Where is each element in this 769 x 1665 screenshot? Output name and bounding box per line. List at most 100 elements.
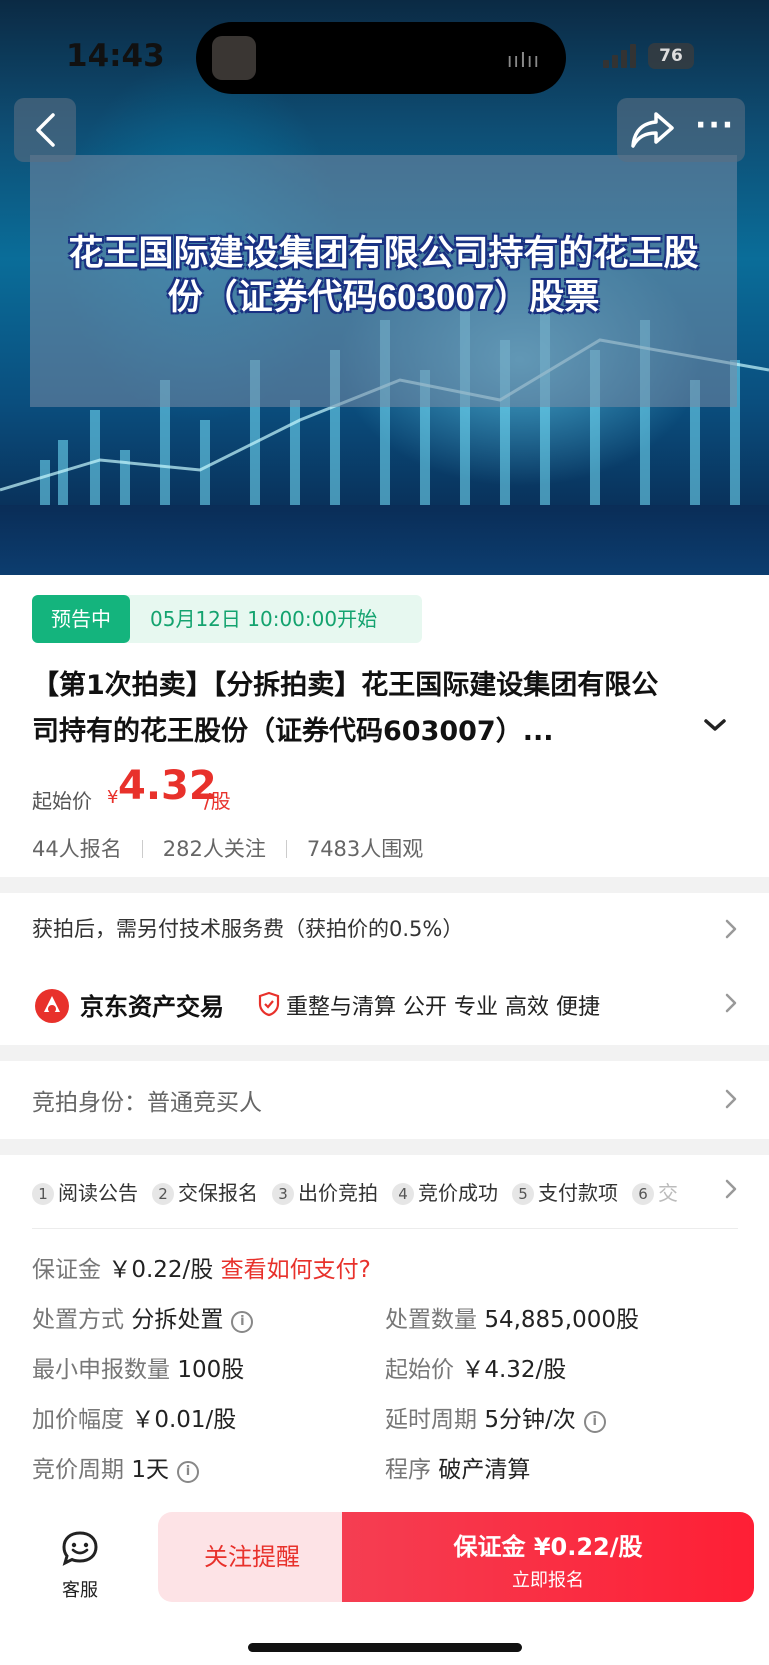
- method-label: 处置方式: [32, 1307, 124, 1333]
- preview-status-bar: 预告中 05月12日 10:00:00开始: [32, 595, 422, 643]
- step-number: 2: [152, 1183, 174, 1205]
- step-read-notice: 1 阅读公告: [32, 1177, 138, 1206]
- hero-title-line2: 份（证券代码603007）股票: [167, 278, 600, 317]
- method-value: 分拆处置: [131, 1307, 224, 1333]
- step-win: 4 竞价成功: [392, 1177, 498, 1206]
- dynamic-island[interactable]: ııIıı: [196, 22, 566, 94]
- min-quantity: 最小申报数量 100股: [32, 1350, 244, 1384]
- deposit-label: 保证金: [32, 1257, 101, 1283]
- quantity-label: 处置数量: [385, 1307, 477, 1333]
- process-steps[interactable]: 1 阅读公告 2 交保报名 3 出价竞拍 4 竞价成功 5 支付款项 6 交: [32, 1177, 692, 1206]
- step-label: 出价竞拍: [298, 1181, 378, 1205]
- hero-bottom-shade: [0, 505, 769, 575]
- start-time: 05月12日 10:00:00开始: [150, 607, 378, 631]
- signup-label: 立即报名: [512, 1570, 584, 1591]
- engagement-stats: 44人报名 282人关注 7483人围观: [32, 833, 423, 863]
- customer-service-button[interactable]: 客服: [55, 1530, 105, 1602]
- step-pay-deposit: 2 交保报名: [152, 1177, 258, 1206]
- platform-tags: 重整与清算 公开 专业 高效 便捷: [286, 995, 600, 1020]
- bid-increment: 加价幅度 ￥0.01/股: [32, 1400, 236, 1434]
- bidding-cycle: 竞价周期 1天 i: [32, 1450, 199, 1484]
- procedure-value: 破产清算: [438, 1457, 531, 1483]
- status-badge: 预告中: [32, 595, 130, 643]
- delay-period: 延时周期 5分钟/次 i: [385, 1400, 606, 1434]
- signup-button[interactable]: 保证金 ¥0.22/股 立即报名: [342, 1512, 754, 1602]
- start-price-detail: 起始价 ￥4.32/股: [385, 1350, 566, 1384]
- info-icon[interactable]: i: [176, 1461, 199, 1483]
- chevron-right-icon: [725, 1089, 737, 1109]
- bidder-identity-row[interactable]: 竞拍身份：普通竞买人: [0, 1061, 769, 1139]
- delay-label: 延时周期: [385, 1407, 477, 1433]
- now-playing-artwork: [212, 36, 256, 80]
- signup-count: 44人报名: [32, 837, 122, 861]
- increment-value: ￥0.01/股: [131, 1407, 237, 1433]
- chat-smile-icon: [62, 1531, 98, 1566]
- step-label: 交: [658, 1181, 678, 1205]
- quantity-value: 54,885,000股: [484, 1307, 640, 1333]
- chevron-right-icon: [725, 919, 737, 939]
- step-number: 3: [272, 1183, 294, 1205]
- step-label: 交保报名: [178, 1181, 258, 1205]
- signup-deposit-text: 保证金 ¥0.22/股: [453, 1533, 643, 1561]
- lot-title: 【第1次拍卖】【分拆拍卖】花王国际建设集团有限公 司持有的花王股份（证券代码60…: [32, 663, 732, 755]
- chevron-right-icon[interactable]: [725, 1179, 737, 1199]
- fee-note: 获拍后，需另付技术服务费（获拍价的0.5%）: [32, 917, 464, 941]
- share-icon[interactable]: [629, 110, 675, 150]
- deposit-value: ￥0.22/股: [108, 1257, 214, 1283]
- how-to-pay-link[interactable]: 查看如何支付?: [221, 1257, 371, 1283]
- deposit-row: 保证金 ￥0.22/股 查看如何支付?: [32, 1250, 371, 1284]
- section-divider: [32, 1228, 738, 1229]
- disposal-quantity: 处置数量 54,885,000股: [385, 1300, 639, 1334]
- info-icon[interactable]: i: [231, 1311, 254, 1333]
- min-value: 100股: [177, 1357, 245, 1383]
- shield-check-icon: [258, 991, 280, 1017]
- status-bar: 14:43 ııIıı 76: [0, 0, 769, 110]
- step-label: 竞价成功: [418, 1181, 498, 1205]
- bidder-identity: 竞拍身份：普通竞买人: [32, 1090, 262, 1116]
- lot-title-line2: 司持有的花王股份（证券代码603007）...: [32, 716, 554, 747]
- follower-count: 282人关注: [162, 837, 266, 861]
- hero-title-line1: 花王国际建设集团有限公司持有的花王股: [68, 234, 699, 273]
- step-number: 6: [632, 1183, 654, 1205]
- more-options-icon[interactable]: ···: [695, 111, 735, 141]
- cellular-signal-icon: [603, 44, 636, 68]
- delay-value: 5分钟/次: [484, 1407, 576, 1433]
- top-actions: ···: [617, 98, 745, 162]
- procedure-label: 程序: [385, 1457, 431, 1483]
- start-value: ￥4.32/股: [461, 1357, 567, 1383]
- disposal-method: 处置方式 分拆处置 i: [32, 1300, 254, 1334]
- step-number: 4: [392, 1183, 414, 1205]
- platform-name: 京东资产交易: [80, 993, 224, 1021]
- price-value: 4.32: [118, 763, 217, 809]
- start-label: 起始价: [385, 1357, 454, 1383]
- chevron-right-icon: [725, 993, 737, 1013]
- step-label: 阅读公告: [58, 1181, 138, 1205]
- step-next: 6交: [632, 1177, 678, 1206]
- price-unit: /股: [204, 789, 231, 813]
- cycle-label: 竞价周期: [32, 1457, 124, 1483]
- increment-label: 加价幅度: [32, 1407, 124, 1433]
- chevron-left-icon: [36, 113, 55, 147]
- chevron-down-icon[interactable]: [703, 717, 727, 733]
- step-number: 5: [512, 1183, 534, 1205]
- step-label: 支付款项: [538, 1181, 618, 1205]
- bottom-action-bar: 客服 关注提醒 保证金 ¥0.22/股 立即报名: [0, 1502, 769, 1665]
- auction-details: 1 阅读公告 2 交保报名 3 出价竞拍 4 竞价成功 5 支付款项 6 交 保证金 ￥0.22/股 …: [0, 1155, 769, 1510]
- service-label: 客服: [62, 1580, 98, 1601]
- step-payment: 5 支付款项: [512, 1177, 618, 1206]
- lot-title-line1: 【第1次拍卖】【分拆拍卖】花王国际建设集团有限公: [32, 670, 659, 701]
- back-button[interactable]: [14, 98, 76, 162]
- auction-detail-screen: 花王国际建设集团有限公司持有的花王股 份（证券代码603007）股票 14:43…: [0, 0, 769, 1665]
- step-number: 1: [32, 1183, 54, 1205]
- procedure: 程序 破产清算: [385, 1450, 530, 1484]
- follow-reminder-button[interactable]: 关注提醒: [158, 1512, 346, 1602]
- service-info: 获拍后，需另付技术服务费（获拍价的0.5%） 京东资产交易 重整与清算 公开 专…: [0, 893, 769, 1045]
- status-time: 14:43: [66, 38, 165, 74]
- battery-icon: 76: [648, 43, 694, 69]
- currency-symbol: ¥: [107, 787, 119, 808]
- cycle-value: 1天: [131, 1457, 169, 1483]
- home-indicator[interactable]: [248, 1643, 522, 1652]
- stat-divider: [285, 840, 287, 858]
- audio-wave-icon: ııIıı: [506, 48, 540, 72]
- info-icon[interactable]: i: [583, 1411, 606, 1433]
